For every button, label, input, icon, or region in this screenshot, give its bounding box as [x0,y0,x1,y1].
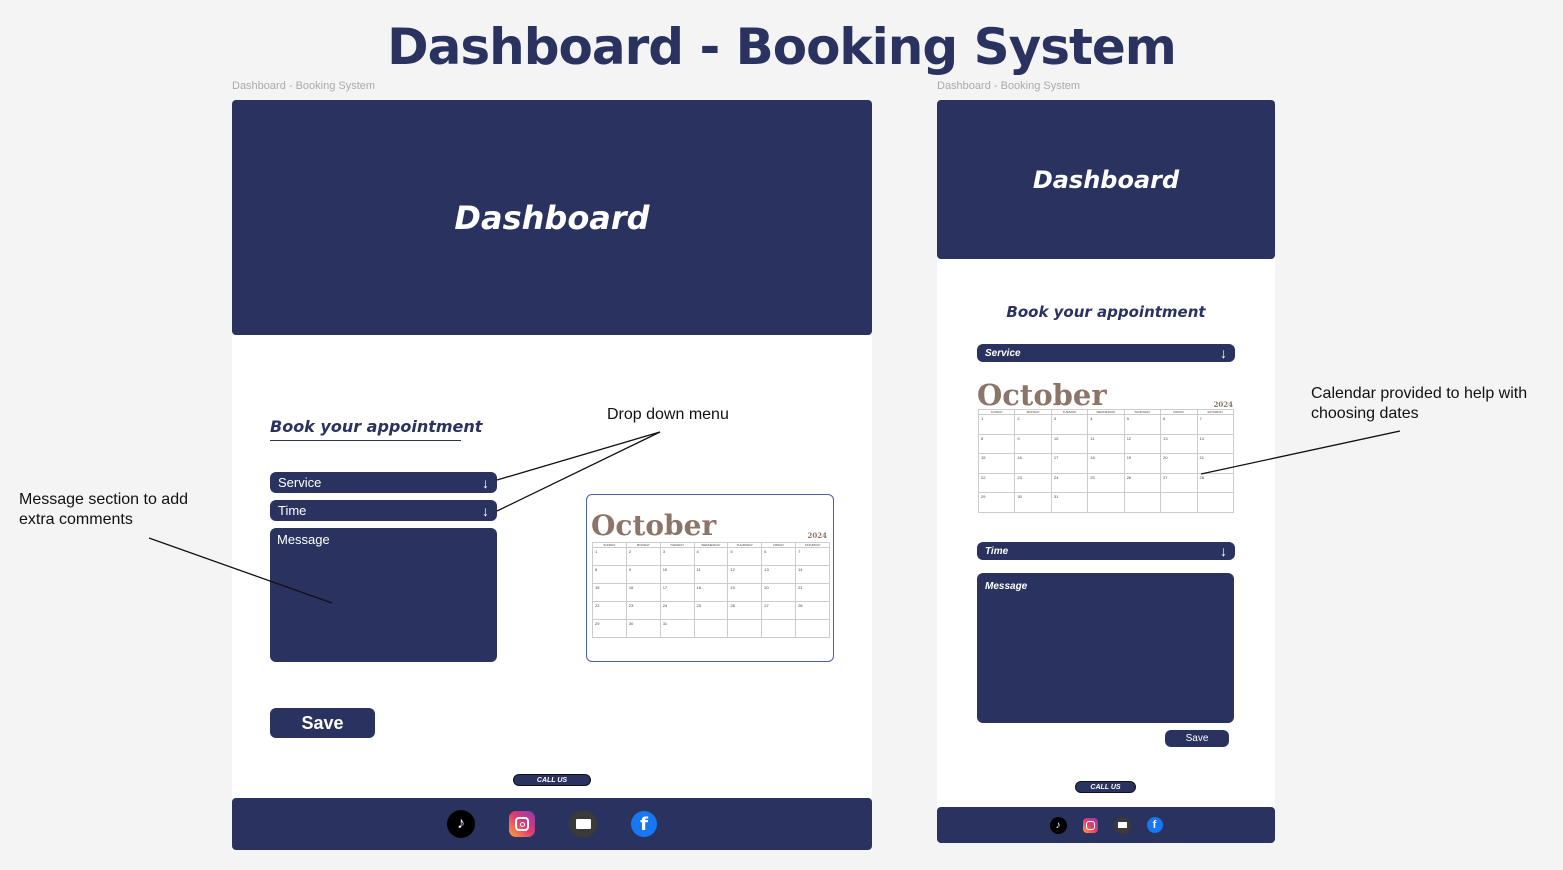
arrow-to-time [496,431,661,512]
arrow-to-calendar [1200,430,1401,475]
annotation-arrows [148,430,1401,604]
arrow-to-service [496,431,661,481]
arrow-to-message [148,537,333,604]
